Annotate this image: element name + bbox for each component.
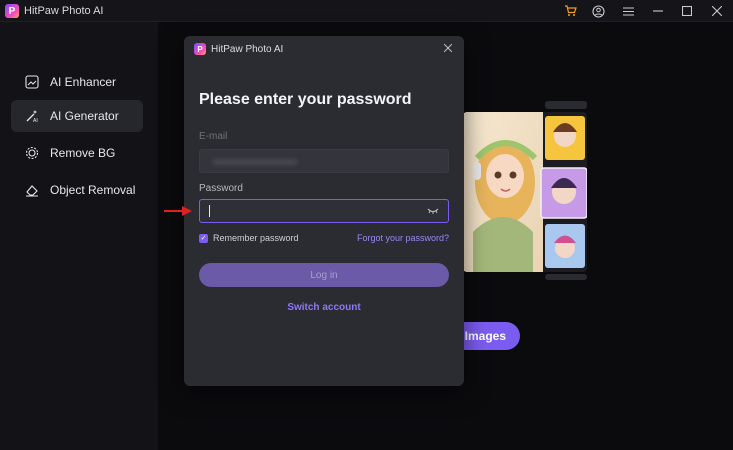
preview-thumb-strip — [545, 101, 587, 109]
forgot-password-link[interactable]: Forgot your password? — [357, 233, 449, 243]
annotation-arrow-icon — [164, 204, 194, 216]
svg-text:AI: AI — [33, 118, 38, 123]
ai-generator-icon: AI — [25, 109, 39, 123]
login-dialog: P HitPaw Photo AI Please enter your pass… — [184, 36, 464, 386]
title-bar: P HitPaw Photo AI — [0, 0, 733, 22]
remove-bg-icon — [25, 146, 39, 160]
user-icon[interactable] — [589, 2, 607, 20]
dialog-logo-icon: P — [194, 43, 206, 55]
switch-account-link[interactable]: Switch account — [184, 302, 464, 313]
preview-thumb-strip — [545, 274, 587, 280]
dialog-heading: Please enter your password — [199, 91, 412, 108]
preview-image-collage — [463, 112, 587, 272]
email-label: E-mail — [199, 131, 228, 142]
minimize-icon[interactable] — [649, 2, 667, 20]
sidebar: AI Enhancer AI AI Generator Remove BG Ob… — [0, 22, 158, 450]
password-label: Password — [199, 183, 243, 194]
eraser-icon — [25, 183, 39, 197]
sidebar-item-ai-enhancer[interactable]: AI Enhancer — [11, 66, 143, 98]
sidebar-item-label: AI Enhancer — [50, 75, 117, 89]
menu-icon[interactable] — [619, 2, 637, 20]
sidebar-item-label: Object Removal — [50, 183, 136, 197]
password-field[interactable] — [199, 199, 449, 223]
sidebar-item-label: Remove BG — [50, 146, 116, 160]
text-caret — [209, 205, 210, 217]
checkbox-checked-icon: ✓ — [199, 233, 208, 243]
cart-icon[interactable] — [561, 2, 579, 20]
sidebar-item-label: AI Generator — [50, 109, 119, 123]
app-title: HitPaw Photo AI — [24, 5, 104, 17]
maximize-icon[interactable] — [678, 2, 696, 20]
email-field[interactable] — [199, 149, 449, 173]
sidebar-item-object-removal[interactable]: Object Removal — [11, 174, 143, 206]
hide-password-icon[interactable] — [426, 205, 440, 217]
remember-password-checkbox[interactable]: ✓ Remember password — [199, 233, 299, 243]
close-icon[interactable] — [708, 2, 726, 20]
login-button[interactable]: Log in — [199, 263, 449, 287]
app-logo-icon: P — [5, 4, 19, 18]
ai-enhancer-icon — [25, 75, 39, 89]
sidebar-item-remove-bg[interactable]: Remove BG — [11, 137, 143, 169]
remember-password-label: Remember password — [213, 233, 299, 243]
sidebar-item-ai-generator[interactable]: AI AI Generator — [11, 100, 143, 132]
dialog-close-icon[interactable] — [441, 41, 455, 55]
dialog-title: HitPaw Photo AI — [211, 44, 284, 55]
